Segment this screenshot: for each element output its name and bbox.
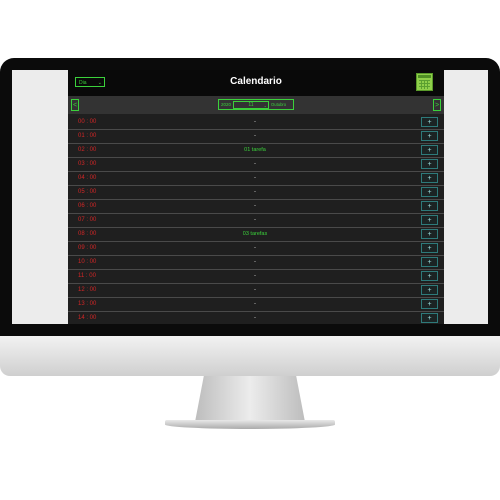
task-summary: - <box>254 245 256 251</box>
date-navigation: < 2020 11 ⌄ Outubro > <box>68 96 444 114</box>
task-summary: - <box>254 315 256 321</box>
hour-label: 13 : 00 <box>78 301 97 307</box>
task-summary: - <box>254 287 256 293</box>
hour-row: 05 : 00 - + <box>68 186 444 200</box>
task-summary[interactable]: 01 tarefa <box>168 147 342 153</box>
add-task-button[interactable]: + <box>421 145 438 155</box>
top-bar: Dia ⌄ Calendario <box>68 70 444 96</box>
add-task-button[interactable]: + <box>421 243 438 253</box>
hour-row: 03 : 00 - + <box>68 158 444 172</box>
hour-row: 11 : 00 - + <box>68 270 444 284</box>
add-task-button[interactable]: + <box>421 299 438 309</box>
task-summary: - <box>254 161 256 167</box>
hour-label: 06 : 00 <box>78 203 97 209</box>
add-task-button[interactable]: + <box>421 257 438 267</box>
chevron-down-icon: ⌄ <box>263 103 267 108</box>
hour-row: 09 : 00 - + <box>68 242 444 256</box>
hour-label: 01 : 00 <box>78 133 97 139</box>
hour-row: 12 : 00 - + <box>68 284 444 298</box>
add-task-button[interactable]: + <box>421 159 438 169</box>
add-task-button[interactable]: + <box>421 131 438 141</box>
hour-label: 08 : 00 <box>78 231 97 237</box>
task-summary: - <box>254 301 256 307</box>
monitor-base <box>165 420 335 429</box>
task-summary: - <box>254 133 256 139</box>
hour-row: 10 : 00 - + <box>68 256 444 270</box>
hour-label: 07 : 00 <box>78 217 97 223</box>
calendar-icon[interactable] <box>416 73 433 91</box>
date-picker: 2020 11 ⌄ Outubro <box>218 99 294 110</box>
task-summary: - <box>254 273 256 279</box>
monitor-stand <box>195 376 305 422</box>
hour-label: 02 : 00 <box>78 147 97 153</box>
task-summary: - <box>254 217 256 223</box>
hour-row: 00 : 00 - + <box>68 116 444 130</box>
page-title: Calendario <box>230 76 282 87</box>
hour-row: 07 : 00 - + <box>68 214 444 228</box>
hour-label: 12 : 00 <box>78 287 97 293</box>
hour-label: 10 : 00 <box>78 259 97 265</box>
hour-label: 14 : 00 <box>78 315 97 321</box>
hour-list: 00 : 00 - +01 : 00 - +02 : 00 01 tarefa +03 : … <box>68 116 444 324</box>
hour-label: 05 : 00 <box>78 189 97 195</box>
add-task-button[interactable]: + <box>421 201 438 211</box>
hour-label: 00 : 00 <box>78 119 97 125</box>
add-task-button[interactable]: + <box>421 215 438 225</box>
add-task-button[interactable]: + <box>421 271 438 281</box>
hour-label: 04 : 00 <box>78 175 97 181</box>
add-task-button[interactable]: + <box>421 173 438 183</box>
month-select[interactable]: 11 ⌄ <box>233 101 269 109</box>
add-task-button[interactable]: + <box>421 313 438 323</box>
hour-label: 03 : 00 <box>78 161 97 167</box>
task-summary: - <box>254 119 256 125</box>
previous-button[interactable]: < <box>71 99 79 111</box>
hour-row: 13 : 00 - + <box>68 298 444 312</box>
hour-row: 06 : 00 - + <box>68 200 444 214</box>
hour-row: 08 : 00 03 tarefas + <box>68 228 444 242</box>
year-value[interactable]: 2020 <box>221 100 231 110</box>
hour-label: 11 : 00 <box>78 273 96 279</box>
add-task-button[interactable]: + <box>421 285 438 295</box>
task-summary: - <box>254 175 256 181</box>
hour-label: 09 : 00 <box>78 245 97 251</box>
add-task-button[interactable]: + <box>421 187 438 197</box>
task-summary[interactable]: 03 tarefas <box>168 231 342 237</box>
hour-row: 02 : 00 01 tarefa + <box>68 144 444 158</box>
task-summary: - <box>254 259 256 265</box>
task-summary: - <box>254 203 256 209</box>
monitor-chin <box>0 336 500 376</box>
monitor-screen: Dia ⌄ Calendario < 2020 11 ⌄ Outubro > 0… <box>12 70 488 324</box>
month-name: Outubro <box>271 102 287 107</box>
hour-row: 01 : 00 - + <box>68 130 444 144</box>
task-summary: - <box>254 189 256 195</box>
month-value: 11 <box>248 102 254 108</box>
add-task-button[interactable]: + <box>421 117 438 127</box>
calendar-app: Dia ⌄ Calendario < 2020 11 ⌄ Outubro > 0… <box>68 70 444 324</box>
next-button[interactable]: > <box>433 99 441 111</box>
add-task-button[interactable]: + <box>421 229 438 239</box>
hour-row: 14 : 00 - + <box>68 312 444 324</box>
hour-row: 04 : 00 - + <box>68 172 444 186</box>
